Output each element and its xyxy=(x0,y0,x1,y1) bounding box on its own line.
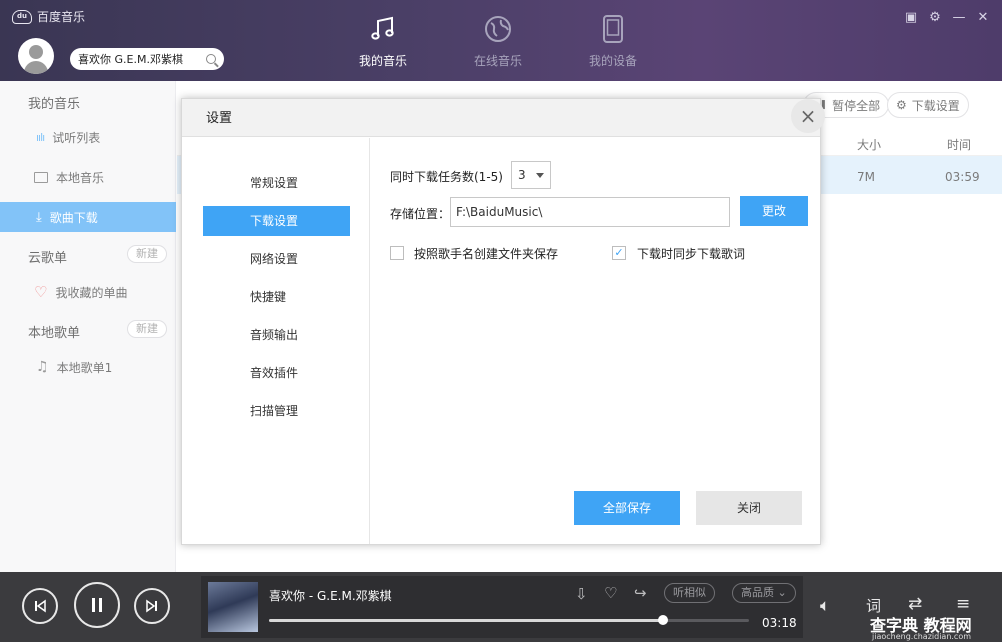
app-name: 百度音乐 xyxy=(37,10,86,24)
share-icon[interactable]: ↪ xyxy=(634,584,647,602)
settings-nav: 常规设置 下载设置 网络设置 快捷键 音频输出 音效插件 扫描管理 xyxy=(182,138,370,544)
settings-nav-general[interactable]: 常规设置 xyxy=(203,168,350,198)
tasks-label: 同时下载任务数(1-5) xyxy=(390,170,503,184)
download-lyrics-checkbox[interactable]: ✓ xyxy=(612,246,626,260)
progress-knob[interactable] xyxy=(657,615,668,625)
dialog-title: 设置 xyxy=(182,99,820,137)
similar-button[interactable]: 听相似 xyxy=(664,583,715,603)
settings-nav-effect-plugins[interactable]: 音效插件 xyxy=(203,358,350,388)
playlist-icon[interactable]: ≡ xyxy=(956,594,970,614)
tab-label: 在线音乐 xyxy=(473,54,522,68)
dialog-close-icon[interactable]: × xyxy=(791,99,825,133)
download-icon[interactable]: ⇩ xyxy=(575,585,588,603)
pause-icon xyxy=(92,598,102,612)
avatar[interactable] xyxy=(18,38,54,74)
folder-by-artist-checkbox[interactable] xyxy=(390,246,404,260)
settings-nav-audio-output[interactable]: 音频输出 xyxy=(203,320,350,350)
quality-label: 高品质 xyxy=(741,586,774,599)
settings-nav-scan-management[interactable]: 扫描管理 xyxy=(203,396,350,426)
pause-button[interactable] xyxy=(74,582,120,628)
search-box[interactable] xyxy=(70,48,224,70)
tasks-select[interactable]: 3 xyxy=(511,161,551,189)
volume-icon[interactable]: 🔈︎ xyxy=(820,596,830,616)
settings-nav-download[interactable]: 下载设置 xyxy=(203,206,350,236)
settings-nav-shortcuts[interactable]: 快捷键 xyxy=(203,282,350,312)
tab-my-music[interactable]: 我的音乐 xyxy=(343,14,423,69)
previous-button[interactable] xyxy=(22,588,58,624)
tab-label: 我的音乐 xyxy=(358,54,407,68)
repeat-icon[interactable]: ⇄ xyxy=(908,594,922,614)
tasks-select-value: 3 xyxy=(518,168,526,182)
save-all-button[interactable]: 全部保存 xyxy=(574,491,680,525)
tab-my-devices[interactable]: 我的设备 xyxy=(573,14,653,69)
settings-nav-network[interactable]: 网络设置 xyxy=(203,244,350,274)
site-watermark: 查字典 教程网 jiaocheng.chazidian.com xyxy=(870,612,972,641)
progress-fill xyxy=(269,619,663,622)
progress-bar[interactable] xyxy=(269,619,749,622)
storage-label: 存储位置： xyxy=(390,207,451,221)
watermark-sub: jiaocheng.chazidian.com xyxy=(872,632,972,641)
folder-by-artist-label: 按照歌手名创建文件夹保存 xyxy=(414,247,559,261)
now-playing: 喜欢你 - G.E.M.邓紫棋 ⇩ ♡ ↪ 听相似 高品质 ⌄ 03:18 xyxy=(201,576,803,638)
gear-icon[interactable]: ⚙ xyxy=(928,10,942,25)
next-button[interactable] xyxy=(134,588,170,624)
phone-device-icon xyxy=(598,14,628,44)
quality-button[interactable]: 高品质 ⌄ xyxy=(732,583,796,603)
search-input[interactable] xyxy=(78,52,204,66)
globe-icon xyxy=(483,14,513,44)
title-bar: du 百度音乐 我的音乐 在线音乐 我的设备 ▣ ⚙ — ✕ xyxy=(0,0,1002,81)
change-path-button[interactable]: 更改 xyxy=(740,196,808,226)
skip-forward-icon xyxy=(146,599,157,613)
storage-path-field[interactable] xyxy=(450,197,730,227)
album-cover[interactable] xyxy=(208,582,258,632)
skin-icon[interactable]: ▣ xyxy=(904,10,918,25)
minimize-icon[interactable]: — xyxy=(952,10,966,25)
settings-dialog: 设置 × 常规设置 下载设置 网络设置 快捷键 音频输出 音效插件 扫描管理 同… xyxy=(181,98,825,545)
skip-back-icon xyxy=(35,599,46,613)
search-icon[interactable] xyxy=(206,54,216,64)
heart-icon[interactable]: ♡ xyxy=(604,584,617,602)
close-icon[interactable]: ✕ xyxy=(976,10,990,25)
baidu-music-logo-icon: du xyxy=(12,9,32,24)
music-note-icon xyxy=(368,14,398,44)
elapsed-time: 03:18 xyxy=(762,616,797,630)
close-button[interactable]: 关闭 xyxy=(696,491,802,525)
song-title[interactable]: 喜欢你 - G.E.M.邓紫棋 xyxy=(269,587,392,604)
tab-label: 我的设备 xyxy=(588,54,637,68)
player-bar: 喜欢你 - G.E.M.邓紫棋 ⇩ ♡ ↪ 听相似 高品质 ⌄ 03:18 🔈︎… xyxy=(0,572,1002,642)
download-lyrics-label: 下载时同步下载歌词 xyxy=(637,247,746,261)
chevron-down-icon: ⌄ xyxy=(777,586,787,599)
tab-online-music[interactable]: 在线音乐 xyxy=(458,14,538,69)
window-controls: ▣ ⚙ — ✕ xyxy=(904,10,990,25)
chevron-down-icon xyxy=(536,172,544,178)
app-title: du 百度音乐 xyxy=(12,8,85,25)
